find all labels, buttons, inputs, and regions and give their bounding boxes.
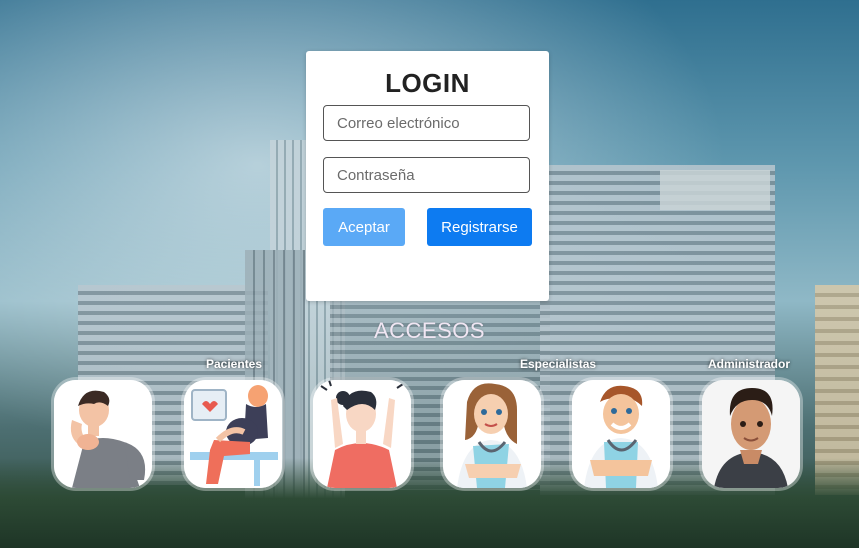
specialist-access-tile-2[interactable]: [572, 380, 670, 488]
stressed-patient-icon: [313, 380, 411, 488]
accept-button[interactable]: Aceptar: [323, 208, 405, 246]
specialists-group-label: Especialistas: [520, 357, 597, 371]
login-card: LOGIN Aceptar Registrarse: [306, 51, 549, 301]
background-building: [660, 170, 770, 210]
password-field[interactable]: [323, 157, 530, 193]
sick-patient-icon: [54, 380, 152, 488]
specialist-access-tile-1[interactable]: [443, 380, 541, 488]
pregnant-patient-icon: [184, 380, 282, 488]
patient-access-tile-3[interactable]: [313, 380, 411, 488]
access-section-title: ACCESOS: [373, 318, 486, 343]
patient-access-tile-1[interactable]: [54, 380, 152, 488]
male-nurse-icon: [572, 380, 670, 488]
register-button[interactable]: Registrarse: [427, 208, 532, 246]
patients-group-label: Pacientes: [206, 357, 263, 371]
nurse-icon: [443, 380, 541, 488]
admin-avatar-icon: [702, 380, 800, 488]
login-title: LOGIN: [385, 68, 470, 98]
admin-group-label: Administrador: [708, 357, 791, 371]
patient-access-tile-2[interactable]: [184, 380, 282, 488]
email-field[interactable]: [323, 105, 530, 141]
admin-access-tile[interactable]: [702, 380, 800, 488]
